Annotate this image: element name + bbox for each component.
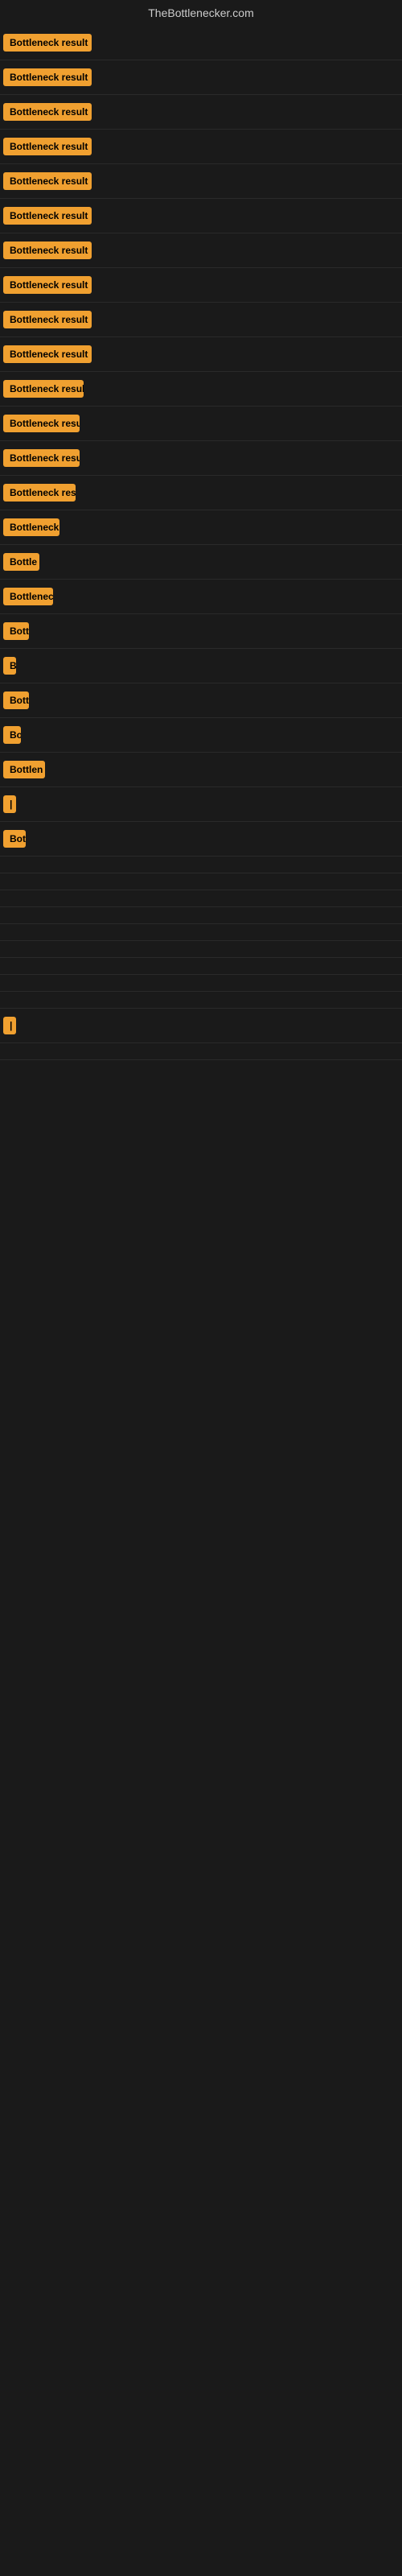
result-row: Bo [0, 718, 402, 753]
bottleneck-badge[interactable]: Bottleneck result [3, 68, 92, 86]
bottleneck-badge[interactable]: Bottleneck [3, 518, 59, 536]
result-row: Bottleneck result [0, 26, 402, 60]
result-row: Bottleneck resul [0, 372, 402, 407]
result-row: Bottleneck result [0, 60, 402, 95]
bottleneck-badge[interactable]: Bottleneck result [3, 34, 92, 52]
bottleneck-badge[interactable]: Bott [3, 622, 29, 640]
result-row: | [0, 787, 402, 822]
result-row: Bottleneck resu [0, 441, 402, 476]
bottleneck-badge[interactable]: Bottleneck resu [3, 415, 80, 432]
result-row: Bottleneck result [0, 337, 402, 372]
bottleneck-badge[interactable]: Bottleneck result [3, 242, 92, 259]
bottleneck-badge[interactable]: Bo [3, 726, 21, 744]
result-row [0, 1043, 402, 1060]
bottleneck-badge[interactable]: Bottleneck resu [3, 449, 80, 467]
bottleneck-badge[interactable]: Bottleneck result [3, 311, 92, 328]
bottleneck-badge[interactable]: Bot [3, 830, 26, 848]
result-row: Bottleneck result [0, 233, 402, 268]
bottleneck-badge[interactable]: Bottleneck result [3, 103, 92, 121]
bottleneck-badge[interactable]: Bottlenec [3, 588, 53, 605]
result-row: Bottleneck result [0, 268, 402, 303]
result-row [0, 958, 402, 975]
result-row: Bott [0, 614, 402, 649]
result-row: Bottleneck result [0, 130, 402, 164]
bottleneck-badge[interactable]: Bottleneck result [3, 207, 92, 225]
result-row: Bottleneck [0, 510, 402, 545]
bottleneck-badge[interactable]: Bottleneck result [3, 345, 92, 363]
result-row [0, 907, 402, 924]
result-row: Bottleneck result [0, 303, 402, 337]
result-row: | [0, 1009, 402, 1043]
result-row [0, 975, 402, 992]
result-row: Bot [0, 822, 402, 857]
bottleneck-badge[interactable]: B [3, 657, 16, 675]
result-row: Bottleneck result [0, 199, 402, 233]
result-row: Bottleneck resu [0, 476, 402, 510]
result-row: B [0, 649, 402, 683]
site-title-text: TheBottlenecker.com [148, 6, 254, 19]
bottleneck-badge[interactable]: Bottleneck resul [3, 380, 84, 398]
result-row: Bottlenec [0, 580, 402, 614]
bottleneck-badge[interactable]: Bottle [3, 553, 39, 571]
bottleneck-badge[interactable]: Bottlen [3, 761, 45, 778]
bottleneck-badge[interactable]: Bottleneck resu [3, 484, 76, 502]
result-row [0, 924, 402, 941]
result-row: Bottleneck result [0, 95, 402, 130]
result-row: Bottleneck result [0, 164, 402, 199]
result-row: Bottleneck resu [0, 407, 402, 441]
bottleneck-badge[interactable]: Bottleneck result [3, 138, 92, 155]
bottleneck-badge[interactable]: | [3, 795, 16, 813]
bottleneck-badge[interactable]: Bottleneck result [3, 172, 92, 190]
result-row [0, 941, 402, 958]
bottleneck-badge[interactable]: Bott [3, 691, 29, 709]
result-row [0, 857, 402, 873]
site-title: TheBottlenecker.com [0, 0, 402, 26]
result-row: Bottle [0, 545, 402, 580]
bottleneck-badge[interactable]: | [3, 1017, 16, 1034]
bottleneck-badge[interactable]: Bottleneck result [3, 276, 92, 294]
result-row [0, 873, 402, 890]
result-row [0, 890, 402, 907]
result-row [0, 992, 402, 1009]
result-row: Bottlen [0, 753, 402, 787]
result-row: Bott [0, 683, 402, 718]
